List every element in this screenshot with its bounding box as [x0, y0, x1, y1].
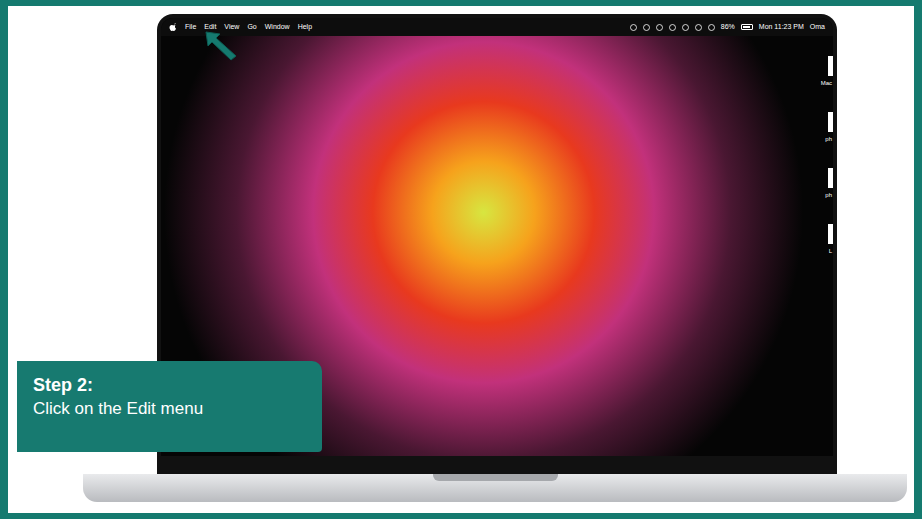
menu-bar: File Edit View Go Window Help 86% Mon 11:23 PM O…: [161, 18, 833, 36]
desktop-icon[interactable]: ph: [825, 168, 833, 200]
step-caption: Step 2:Click on the Edit menu: [17, 361, 322, 452]
desktop-icon-label[interactable]: Mac: [821, 79, 833, 88]
menu-item[interactable]: File: [185, 22, 196, 33]
battery-icon[interactable]: [741, 24, 753, 30]
desktop-icon[interactable]: ph: [825, 112, 833, 144]
display-icon[interactable]: [682, 24, 689, 31]
apple-icon[interactable]: [169, 23, 177, 32]
status-icon[interactable]: [630, 24, 637, 31]
file-icon: [828, 56, 833, 76]
step-title: Step 2:: [33, 375, 306, 397]
battery-percent: 86%: [721, 22, 735, 33]
battery-fill: [743, 26, 750, 28]
step-instruction: Click on the Edit menu: [33, 399, 306, 419]
file-icon: [828, 168, 833, 188]
desktop-icon-label[interactable]: ph: [825, 135, 833, 144]
desktop-icon-label[interactable]: L: [829, 247, 833, 256]
clock[interactable]: Mon 11:23 PM: [759, 22, 804, 33]
cloud-icon[interactable]: [669, 24, 676, 31]
pointer-arrow-icon: [204, 30, 240, 62]
menu-item[interactable]: Go: [247, 22, 256, 33]
desktop-icon-label[interactable]: ph: [825, 191, 833, 200]
dropbox-icon[interactable]: [656, 24, 663, 31]
menu-item[interactable]: Edit: [204, 22, 216, 33]
menu-item[interactable]: Window: [265, 22, 290, 33]
wifi-icon[interactable]: [708, 24, 715, 31]
file-icon: [828, 224, 833, 244]
menu-item[interactable]: View: [224, 22, 239, 33]
base-notch: [433, 474, 558, 481]
sync-icon[interactable]: [643, 24, 650, 31]
desktop-icon[interactable]: Mac: [821, 56, 833, 88]
slide: File Edit View Go Window Help 86% Mon 11:23 PM O…: [8, 6, 914, 513]
file-icon: [828, 112, 833, 132]
laptop-base: [83, 474, 907, 502]
user-name[interactable]: Oma: [810, 22, 825, 33]
bluetooth-icon[interactable]: [695, 24, 702, 31]
menu-right: 86% Mon 11:23 PM Oma: [630, 22, 825, 33]
menu-item[interactable]: Help: [298, 22, 312, 33]
menu-left: File Edit View Go Window Help: [169, 22, 312, 33]
desktop-icon[interactable]: L: [828, 224, 833, 256]
